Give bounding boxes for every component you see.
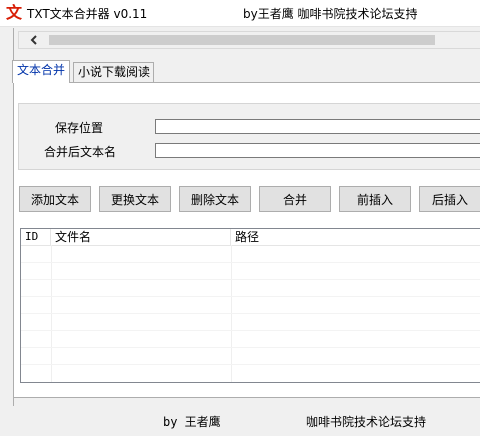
column-header-filename[interactable]: 文件名 [51, 229, 231, 245]
row-gridline [21, 296, 480, 297]
column-header-path[interactable]: 路径 [231, 229, 480, 245]
app-icon: 文 [5, 3, 22, 22]
row-gridline [21, 279, 480, 280]
column-divider [51, 245, 52, 382]
column-divider [231, 245, 232, 382]
row-gridline [21, 330, 480, 331]
tab-novel-download[interactable]: 小说下载阅读 [73, 62, 154, 82]
row-gridline [21, 364, 480, 365]
horizontal-scrollbar[interactable] [18, 31, 480, 49]
row-gridline [21, 262, 480, 263]
delete-text-button[interactable]: 删除文本 [179, 186, 251, 212]
file-list[interactable]: ID 文件名 路径 [20, 228, 480, 383]
save-location-input[interactable] [155, 119, 480, 134]
window-title: TXT文本合并器 v0.11 [27, 7, 148, 21]
row-gridline [21, 347, 480, 348]
replace-text-button[interactable]: 更换文本 [99, 186, 171, 212]
status-author: by 王者鹰 [163, 415, 221, 429]
column-header-id[interactable]: ID [21, 229, 51, 245]
window-title-credit: by王者鹰 咖啡书院技术论坛支持 [243, 7, 418, 21]
merged-name-input[interactable] [155, 143, 480, 158]
scroll-left-arrow-icon[interactable] [19, 32, 49, 48]
save-location-label: 保存位置 [55, 121, 104, 135]
insert-before-button[interactable]: 前插入 [339, 186, 411, 212]
file-list-header: ID 文件名 路径 [21, 229, 480, 246]
row-gridline [21, 313, 480, 314]
status-bar: by 王者鹰 咖啡书院技术论坛支持 [0, 406, 480, 436]
add-text-button[interactable]: 添加文本 [19, 186, 91, 212]
scrollbar-thumb[interactable] [49, 35, 435, 45]
insert-after-button[interactable]: 后插入 [419, 186, 480, 212]
tab-text-merge[interactable]: 文本合并 [12, 60, 71, 83]
merge-button[interactable]: 合并 [259, 186, 331, 212]
merged-name-label: 合并后文本名 [44, 145, 117, 159]
title-bar[interactable]: 文 TXT文本合并器 v0.11 by王者鹰 咖啡书院技术论坛支持 [0, 0, 480, 27]
status-support: 咖啡书院技术论坛支持 [306, 415, 427, 429]
